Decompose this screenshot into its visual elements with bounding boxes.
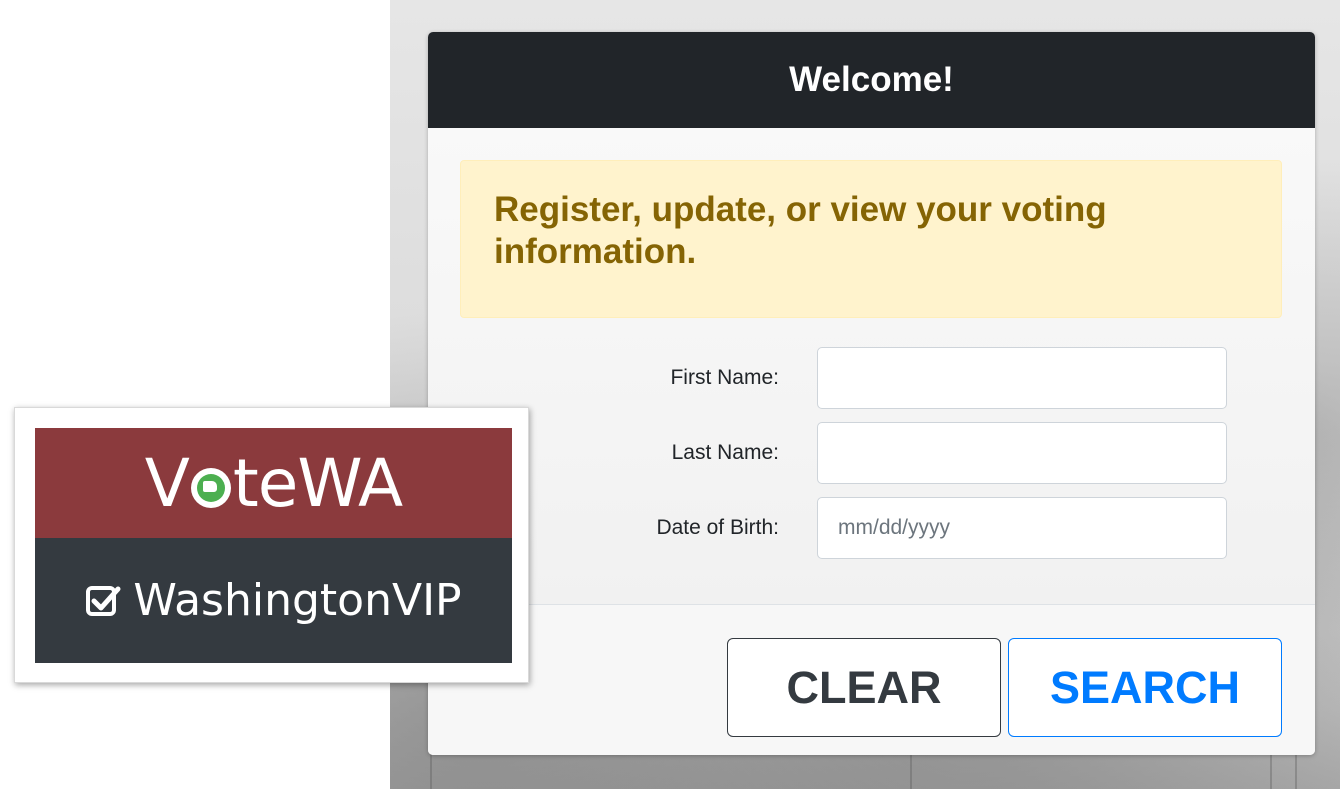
info-alert-text: Register, update, or view your voting in… [494,190,1107,271]
date-of-birth-label: Date of Birth: [656,516,779,539]
last-name-row: Last Name: [428,422,1315,484]
clear-button[interactable]: CLEAR [727,638,1001,737]
modal-header: Welcome! [428,32,1315,128]
logo-subtitle-text: WashingtonVIP [133,575,462,626]
last-name-input[interactable] [817,422,1227,484]
modal-title: Welcome! [789,60,954,99]
votewa-logo: V teWA WashingtonVIP [14,407,529,683]
first-name-label: First Name: [670,366,779,389]
logo-brand-bar: V teWA [35,428,512,538]
search-button[interactable]: SEARCH [1008,638,1282,737]
modal-footer: CLEAR SEARCH [428,604,1315,755]
logo-brand-post: teWA [232,444,403,522]
washington-state-o-icon [190,468,231,508]
info-alert: Register, update, or view your voting in… [460,160,1282,318]
first-name-input[interactable] [817,347,1227,409]
first-name-row: First Name: [428,347,1315,409]
checkbox-icon [86,585,121,616]
logo-brand-pre: V [144,444,190,522]
logo-brand-text: V teWA [144,444,403,522]
last-name-label: Last Name: [671,441,779,464]
modal-body: Register, update, or view your voting in… [428,128,1315,604]
logo-subtitle-bar: WashingtonVIP [35,538,512,663]
date-of-birth-input[interactable] [817,497,1227,559]
date-of-birth-row: Date of Birth: [428,497,1315,559]
welcome-modal: Welcome! Register, update, or view your … [428,32,1315,755]
